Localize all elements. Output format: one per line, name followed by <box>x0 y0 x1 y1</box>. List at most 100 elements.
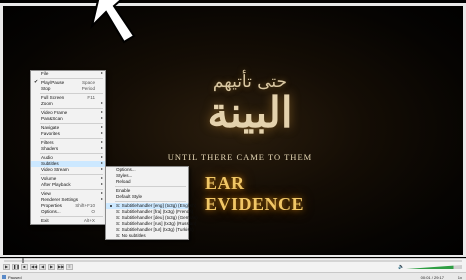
playback-buttons: ▶ ❚❚ ■ ◀◀ ◀ ▶ ▶▶ ≡ <box>3 264 73 270</box>
radio-dot-icon <box>109 204 113 208</box>
menu-item-label: S: Subtitlehandler [tur] (tx3g) (Turkish… <box>116 226 194 232</box>
menu-item-label: Exit <box>41 217 49 223</box>
submenu-item-default-style[interactable]: Default Style <box>106 194 188 200</box>
menu-item-label: Reload <box>116 178 131 184</box>
status-icon <box>2 275 6 279</box>
menu-item-label: Audio <box>41 154 53 160</box>
frame-border-left <box>0 3 3 257</box>
mouse-cursor-icon <box>90 0 136 44</box>
skip-back-button[interactable]: ◀◀ <box>30 264 37 270</box>
english-title: EAR EVIDENCE <box>205 173 305 214</box>
menu-separator <box>40 174 103 175</box>
submenu-arrow-icon: ▸ <box>100 100 103 105</box>
submenu-arrow-icon: ▸ <box>100 124 103 129</box>
submenu-arrow-icon: ▸ <box>100 145 103 150</box>
menu-item-label: Options... <box>116 166 136 172</box>
frame-back-button[interactable]: ◀ <box>39 264 46 270</box>
menu-item-label: View <box>41 190 51 196</box>
menu-item-file[interactable]: File ▸ <box>31 71 105 77</box>
menu-item-label: Play/Pause <box>41 79 65 85</box>
seek-thumb[interactable] <box>22 258 24 263</box>
submenu-item-reload[interactable]: Reload <box>106 179 188 185</box>
menu-item-label: Enable <box>116 187 131 193</box>
status-text: Paused <box>8 274 22 280</box>
submenu-arrow-icon: ▸ <box>100 130 103 135</box>
menu-item-shaders[interactable]: Shaders ▸ <box>31 146 105 152</box>
menu-separator <box>40 138 103 139</box>
menu-item-label: Navigate <box>41 124 60 130</box>
menu-item-options[interactable]: Options... O <box>31 209 105 215</box>
menu-item-shortcut: Alt+X <box>83 217 95 223</box>
menu-item-label: S: Subtitlehandler [deu] (tx3g) (German) <box>116 214 198 220</box>
menu-item-label: Video Frame <box>41 109 68 115</box>
submenu-arrow-icon: ▸ <box>100 115 103 120</box>
menu-item-label: Full Screen <box>41 94 65 100</box>
time-display: 00:01 / 29:17 <box>420 274 444 280</box>
menu-item-shortcut: O <box>91 208 95 214</box>
speed-display: 1x <box>457 274 462 280</box>
menu-item-label: Renderer Settings <box>41 196 79 202</box>
menu-separator <box>40 93 103 94</box>
menu-item-label: S: Subtitlehandler [eng] (tx3g) (English… <box>116 202 197 208</box>
menu-separator <box>40 153 103 154</box>
menu-item-label: Options... <box>41 208 61 214</box>
menu-item-after-playback[interactable]: After Playback ▸ <box>31 182 105 188</box>
menu-item-video-stream[interactable]: Video Stream ▸ <box>31 167 105 173</box>
menu-item-shortcut: Shift+F10 <box>75 202 95 208</box>
submenu-arrow-icon: ▸ <box>100 70 103 75</box>
menu-item-label: File <box>41 70 49 76</box>
menu-item-label: Favorites <box>41 130 60 136</box>
play-button[interactable]: ▶ <box>3 264 10 270</box>
menu-item-stop[interactable]: Stop Period <box>31 86 105 92</box>
menu-item-zoom[interactable]: Zoom ▸ <box>31 101 105 107</box>
submenu-arrow-icon: ▸ <box>100 181 103 186</box>
submenu-arrow-icon: ▸ <box>100 109 103 114</box>
submenu-arrow-icon: ▸ <box>100 166 103 171</box>
menu-item-label: Styles... <box>116 172 133 178</box>
english-subtitle-line: UNTIL THERE CAME TO THEM <box>167 152 313 162</box>
pause-button[interactable]: ❚❚ <box>12 264 20 270</box>
menu-item-pan-scan[interactable]: Pan&Scan ▸ <box>31 116 105 122</box>
menu-separator <box>115 201 186 202</box>
menu-item-label: Default Style <box>116 193 143 199</box>
menu-separator <box>40 78 103 79</box>
frame-border-bottom <box>0 255 466 257</box>
submenu-arrow-icon: ▸ <box>100 139 103 144</box>
submenu-arrow-icon: ▸ <box>100 175 103 180</box>
stop-button[interactable]: ■ <box>21 264 28 270</box>
menu-separator <box>40 189 103 190</box>
volume-icon[interactable]: 🔈 <box>398 264 404 270</box>
menu-separator <box>40 216 103 217</box>
submenu-arrow-icon: ▸ <box>100 160 103 165</box>
check-icon: ✔ <box>34 79 39 85</box>
menu-separator <box>40 123 103 124</box>
menu-item-label: S: Subtitlehandler [rus] (tx3g) (Russian… <box>116 220 197 226</box>
menu-item-label: Video Stream <box>41 166 69 172</box>
skip-forward-button[interactable]: ▶▶ <box>57 264 64 270</box>
seek-bar[interactable] <box>4 260 462 262</box>
arabic-title-line-2: البينة <box>207 88 293 137</box>
submenu-arrow-icon: ▸ <box>100 196 103 201</box>
menu-item-shortcut: Period <box>81 85 95 91</box>
menu-item-label: Zoom <box>41 100 53 106</box>
menu-separator <box>115 186 186 187</box>
menu-item-label: Stop <box>41 85 51 91</box>
status-bar: Paused 00:01 / 29:17 1x <box>0 272 466 280</box>
menu-item-exit[interactable]: Exit Alt+X <box>31 218 105 224</box>
submenu-arrow-icon: ▸ <box>100 190 103 195</box>
menu-item-label: Subtitles <box>41 160 59 166</box>
frame-forward-button[interactable]: ▶ <box>48 264 55 270</box>
menu-item-label: S: No subtitles <box>116 232 146 238</box>
playlist-button[interactable]: ≡ <box>66 264 73 270</box>
menu-item-label: Properties <box>41 202 62 208</box>
context-menu: File ▸ ✔ Play/Pause Space Stop Period Full Scre… <box>30 70 106 225</box>
menu-separator <box>40 108 103 109</box>
submenu-item-s-no-subtitles[interactable]: S: No subtitles <box>106 233 188 239</box>
submenu-arrow-icon: ▸ <box>100 154 103 159</box>
menu-item-label: After Playback <box>41 181 71 187</box>
menu-item-label: S: Subtitlehandler [fra] (tx3g) (French) <box>116 208 194 214</box>
menu-item-label: Volume <box>41 175 57 181</box>
menu-item-label: Filters <box>41 139 54 145</box>
menu-item-favorites[interactable]: Favorites ▸ <box>31 131 105 137</box>
subtitles-submenu: Options... Styles... Reload Enable Default S… <box>105 166 198 240</box>
